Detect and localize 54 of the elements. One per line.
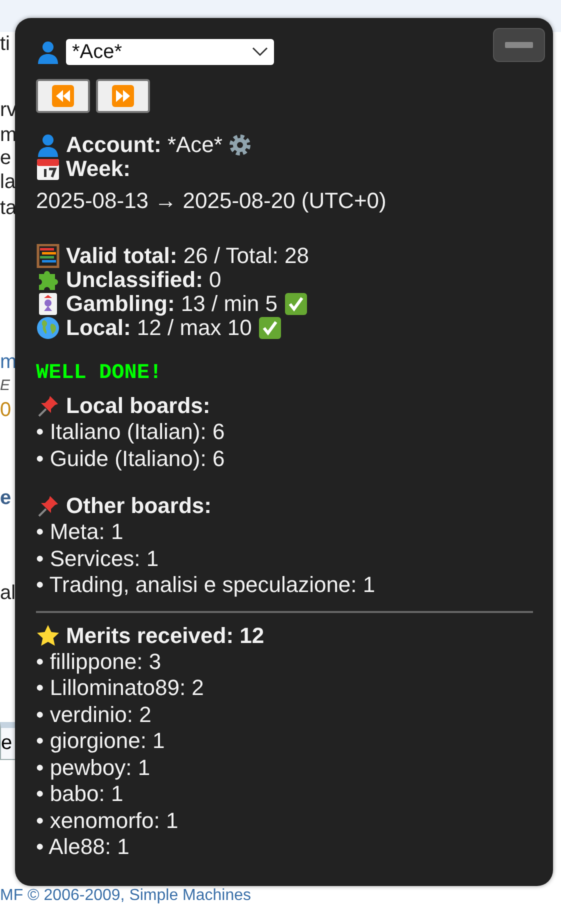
puzzle-icon <box>36 268 60 292</box>
stat-text: Unclassified: 0 <box>66 268 222 292</box>
merit-count: • babo: 1 <box>36 781 124 808</box>
account-text: Account: *Ace* <box>66 133 222 157</box>
pushpin-icon <box>36 394 60 418</box>
status-text: WELL DONE! <box>36 361 164 387</box>
person-icon <box>36 40 60 64</box>
page-text: e <box>0 146 12 170</box>
star-icon <box>36 624 60 648</box>
rewind-icon <box>51 84 75 108</box>
calendar-icon <box>36 157 60 181</box>
previous-week-button[interactable] <box>36 79 90 113</box>
account-select[interactable]: *Ace* <box>66 39 274 65</box>
merit-count: • giorgione: 1 <box>36 728 166 754</box>
section-title: Merits received: 12 <box>66 624 264 648</box>
page-text: ta <box>0 196 17 220</box>
merit-count: • verdinio: 2 <box>36 702 152 728</box>
chevron-down-icon <box>252 47 268 57</box>
merit-count: • xenomorfo: 1 <box>36 808 180 834</box>
board-count: • Guide (Italiano): 6 <box>36 446 226 472</box>
page-text: la <box>0 170 16 194</box>
board-count: • Trading, analisi e speculazione: 1 <box>36 572 376 598</box>
merit-count: • pewboy: 1 <box>36 754 152 781</box>
gear-icon <box>228 133 252 157</box>
playing-card-icon <box>36 292 60 316</box>
page-text: 0 <box>0 398 12 422</box>
section-title: Local boards: <box>66 394 210 418</box>
merit-count: • fillippone: 3 <box>36 648 162 675</box>
person-icon <box>36 133 60 157</box>
stat-text: Gambling: 13 / min 5 <box>66 292 278 316</box>
page-text: al <box>0 581 16 605</box>
page-text: e <box>0 486 12 510</box>
globe-icon <box>36 316 60 340</box>
board-count: • Services: 1 <box>36 546 160 572</box>
week-label: Week: <box>66 157 130 181</box>
stat-text: Valid total: 26 / Total: 28 <box>66 244 309 268</box>
pushpin-icon <box>36 494 60 518</box>
next-week-button[interactable] <box>96 79 150 113</box>
minimize-button[interactable] <box>493 28 545 62</box>
page-text: E <box>0 376 10 396</box>
abacus-icon <box>36 244 60 268</box>
merit-count: • Ale88: 1 <box>36 834 130 860</box>
footer-text: MF © 2006-2009, Simple Machines <box>0 886 252 906</box>
section-title: Other boards: <box>66 494 212 518</box>
week-range: 2025-08-13 → 2025-08-20 (UTC+0) <box>36 189 388 213</box>
page-text: ti <box>0 32 10 56</box>
merit-count: • Lillominato89: 2 <box>36 675 205 702</box>
fast-forward-icon <box>111 84 135 108</box>
check-icon <box>284 292 308 316</box>
stat-text: Local: 12 / max 10 <box>66 316 252 340</box>
board-count: • Italiano (Italian): 6 <box>36 419 226 446</box>
text-field[interactable]: e <box>0 722 15 760</box>
check-icon <box>258 316 282 340</box>
board-count: • Meta: 1 <box>36 519 124 546</box>
